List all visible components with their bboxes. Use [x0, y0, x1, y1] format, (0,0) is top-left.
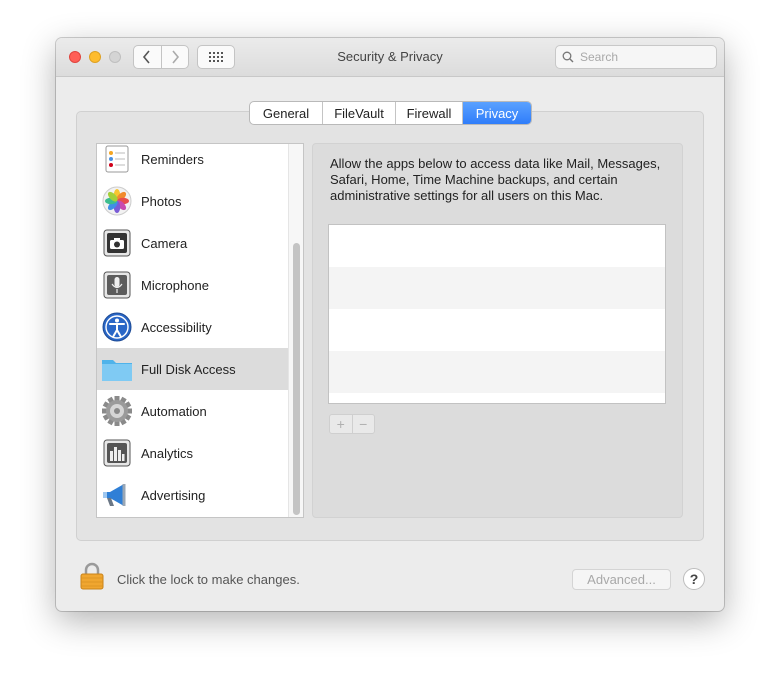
sidebar-item-label: Full Disk Access: [141, 361, 236, 377]
search-icon: [562, 51, 574, 63]
gear-icon: [101, 395, 133, 427]
tab-general[interactable]: General: [250, 102, 322, 124]
search-input[interactable]: [578, 49, 712, 65]
sidebar-item-label: Reminders: [141, 151, 204, 167]
tab-firewall[interactable]: Firewall: [395, 102, 462, 124]
sidebar-item-label: Camera: [141, 235, 188, 251]
tab-privacy[interactable]: Privacy: [462, 102, 531, 124]
sidebar-item-label: Automation: [141, 403, 207, 419]
app-list-row: [329, 267, 665, 309]
sidebar-item-analytics[interactable]: Analytics: [97, 432, 288, 474]
sidebar-item-label: Advertising: [141, 487, 206, 503]
folder-icon: [101, 353, 133, 385]
privacy-category-list: Reminders Photos Camera Microphone Acces…: [96, 143, 304, 518]
app-list-row: [329, 309, 665, 351]
reminders-icon: [101, 144, 133, 175]
lock-icon[interactable]: [80, 562, 104, 595]
sidebar-item-reminders[interactable]: Reminders: [97, 144, 288, 180]
sidebar-item-camera[interactable]: Camera: [97, 222, 288, 264]
accessibility-icon: [101, 311, 133, 343]
sidebar-item-automation[interactable]: Automation: [97, 390, 288, 432]
photos-icon: [101, 185, 133, 217]
security-privacy-window: Security & Privacy General FileVault Fir…: [56, 38, 724, 611]
sidebar-item-advertising[interactable]: Advertising: [97, 474, 288, 516]
sidebar-scrollbar[interactable]: [288, 144, 303, 517]
remove-app-button[interactable]: −: [351, 415, 375, 433]
help-button[interactable]: ?: [683, 568, 705, 590]
search-field[interactable]: [555, 45, 717, 69]
sidebar-item-label: Photos: [141, 193, 182, 209]
tab-filevault[interactable]: FileVault: [322, 102, 395, 124]
sidebar-item-full-disk-access[interactable]: Full Disk Access: [97, 348, 288, 390]
advanced-button[interactable]: Advanced...: [572, 569, 671, 590]
sidebar-item-photos[interactable]: Photos: [97, 180, 288, 222]
access-description: Allow the apps below to access data like…: [330, 156, 661, 203]
megaphone-icon: [101, 479, 133, 511]
microphone-icon: [101, 269, 133, 301]
sidebar-item-accessibility[interactable]: Accessibility: [97, 306, 288, 348]
sidebar-item-label: Microphone: [141, 277, 209, 293]
tab-bar: General FileVault Firewall Privacy: [249, 101, 532, 125]
camera-icon: [101, 227, 133, 259]
lock-message: Click the lock to make changes.: [117, 572, 300, 587]
sidebar-scroll-thumb[interactable]: [293, 243, 300, 515]
app-list-row: [329, 351, 665, 393]
add-app-button[interactable]: +: [330, 415, 352, 433]
sidebar-item-microphone[interactable]: Microphone: [97, 264, 288, 306]
sidebar-item-label: Accessibility: [141, 319, 212, 335]
add-remove-control: + −: [329, 414, 375, 434]
title-bar: Security & Privacy: [56, 38, 724, 77]
app-list[interactable]: [328, 224, 666, 404]
app-list-row: [329, 225, 665, 267]
analytics-icon: [101, 437, 133, 469]
sidebar-item-label: Analytics: [141, 445, 194, 461]
